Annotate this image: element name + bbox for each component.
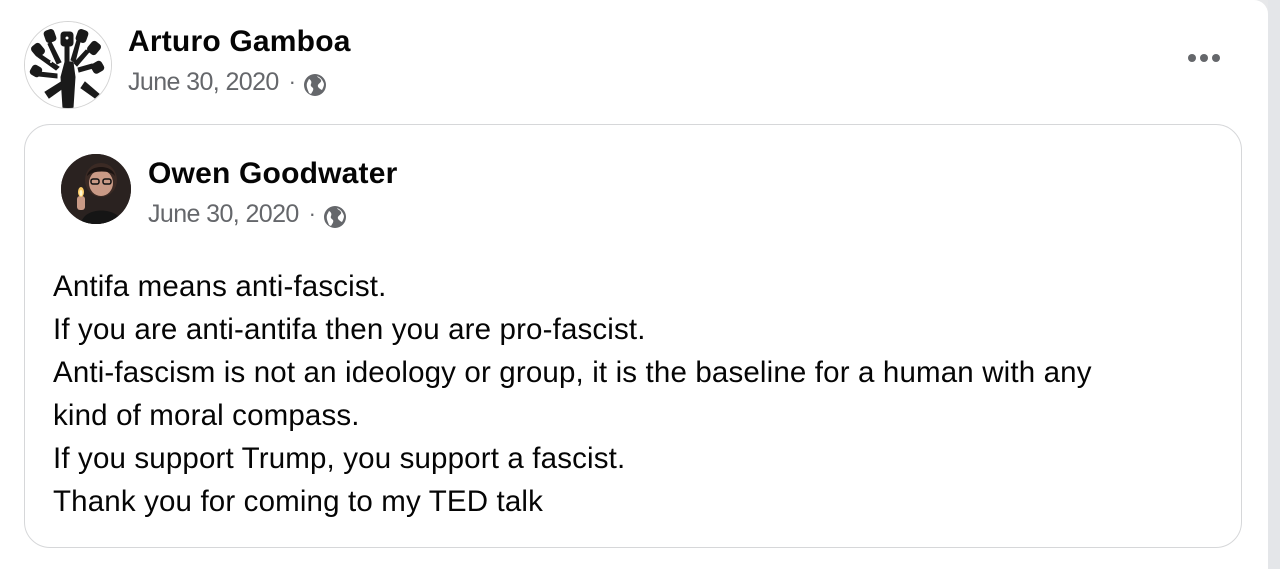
- globe-icon: [323, 205, 347, 229]
- shared-author-avatar[interactable]: [61, 154, 131, 224]
- raised-fists-avatar-image: [25, 22, 111, 108]
- shared-author-name[interactable]: Owen Goodwater: [148, 157, 398, 191]
- more-options-button[interactable]: [1182, 46, 1226, 70]
- post-body-line: Thank you for coming to my TED talk: [53, 485, 543, 518]
- post-body-text: Antifa means anti-fascist. If you are an…: [53, 265, 1228, 523]
- meta-separator: ·: [308, 201, 316, 226]
- shared-post-meta: June 30, 2020 ·: [148, 199, 347, 229]
- author-name[interactable]: Arturo Gamboa: [128, 25, 351, 59]
- more-dot: [1212, 54, 1220, 62]
- shared-post-timestamp[interactable]: June 30, 2020: [148, 200, 299, 229]
- meta-separator: ·: [288, 69, 296, 94]
- more-dot: [1200, 54, 1208, 62]
- shared-post[interactable]: Owen Goodwater June 30, 2020 · Antifa me…: [24, 124, 1242, 548]
- page-edge: [1268, 0, 1280, 569]
- post-timestamp[interactable]: June 30, 2020: [128, 68, 279, 97]
- post-body-line: If you are anti-antifa then you are pro-…: [53, 313, 646, 346]
- post-body-line: If you support Trump, you support a fasc…: [53, 442, 626, 475]
- more-horizontal-icon: [1188, 54, 1196, 62]
- post-body-line: Anti-fascism is not an ideology or group…: [53, 356, 1092, 389]
- author-avatar[interactable]: [24, 21, 112, 109]
- globe-icon: [303, 73, 327, 97]
- post-card: Arturo Gamboa June 30, 2020 · Owen Goodw…: [0, 0, 1268, 569]
- post-meta: June 30, 2020 ·: [128, 67, 327, 97]
- profile-photo-image: [61, 154, 131, 224]
- post-body-line: kind of moral compass.: [53, 399, 360, 432]
- post-body-line: Antifa means anti-fascist.: [53, 270, 387, 303]
